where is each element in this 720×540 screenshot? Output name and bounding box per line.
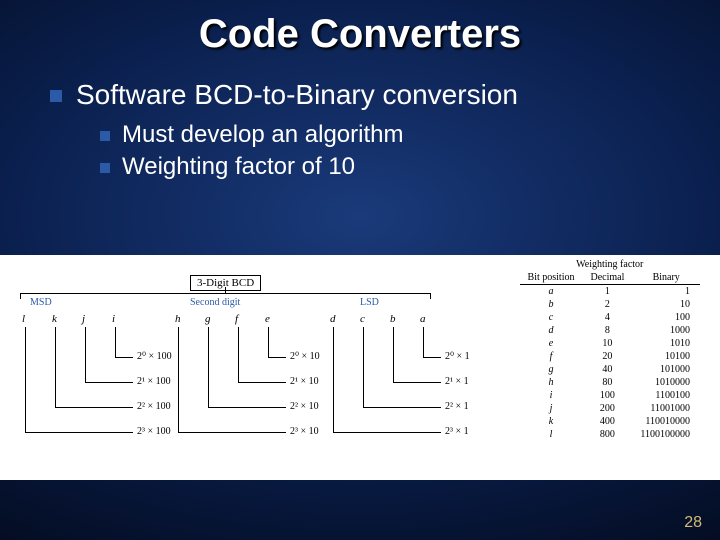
bit-letter: g <box>205 313 211 325</box>
weight-label: 2⁰ × 1 <box>445 351 470 362</box>
bullet-l2a-text: Must develop an algorithm <box>122 121 403 149</box>
table-row: g40101000 <box>520 363 700 376</box>
bit-letter: f <box>235 313 238 325</box>
weight-label: 2³ × 10 <box>290 426 319 437</box>
msd-label: MSD <box>30 297 52 308</box>
table-row: a11 <box>520 285 700 299</box>
brace-tick <box>430 293 431 299</box>
col-bit: Bit position <box>520 272 583 285</box>
bit-letter: i <box>112 313 115 325</box>
col-binary: Binary <box>632 272 700 285</box>
bullet-level1: Software BCD-to-Binary conversion <box>50 79 680 111</box>
table-row: k400110010000 <box>520 415 700 428</box>
bullet-l2b-text: Weighting factor of 10 <box>122 153 355 181</box>
weight-label: 2⁰ × 100 <box>137 351 172 362</box>
slide-body: Software BCD-to-Binary conversion Must d… <box>0 57 720 181</box>
bit-letter: c <box>360 313 365 325</box>
table-row: b210 <box>520 298 700 311</box>
table-row: f2010100 <box>520 350 700 363</box>
table-row: d81000 <box>520 324 700 337</box>
bullet-l1-text: Software BCD-to-Binary conversion <box>76 79 518 111</box>
bullet-level2-a: Must develop an algorithm <box>100 121 680 149</box>
weight-label: 2⁰ × 10 <box>290 351 320 362</box>
square-bullet-icon <box>50 90 62 102</box>
slide: Code Converters Software BCD-to-Binary c… <box>0 0 720 540</box>
bit-letter: b <box>390 313 396 325</box>
weight-label: 2² × 100 <box>137 401 171 412</box>
table-row: h801010000 <box>520 376 700 389</box>
col-decimal: Decimal <box>582 272 632 285</box>
weight-label: 2² × 1 <box>445 401 469 412</box>
square-bullet-icon <box>100 163 110 173</box>
bit-letter: l <box>22 313 25 325</box>
bit-letter: e <box>265 313 270 325</box>
table-row: l8001100100000 <box>520 428 700 441</box>
weight-label: 2¹ × 100 <box>137 376 171 387</box>
bullet-level2-b: Weighting factor of 10 <box>100 153 680 181</box>
table-title: Weighting factor <box>520 259 700 272</box>
weight-label: 2³ × 100 <box>137 426 171 437</box>
brace-tick <box>225 287 226 293</box>
weighting-factor-table: Weighting factor Bit position Decimal Bi… <box>520 259 700 441</box>
slide-title: Code Converters <box>0 0 720 57</box>
lsd-label: LSD <box>360 297 379 308</box>
weight-label: 2¹ × 10 <box>290 376 319 387</box>
weight-label: 2¹ × 1 <box>445 376 469 387</box>
table-row: e101010 <box>520 337 700 350</box>
bit-letter: a <box>420 313 426 325</box>
page-number: 28 <box>684 514 702 532</box>
second-digit-label: Second digit <box>190 297 240 308</box>
top-brace-line <box>20 293 430 294</box>
square-bullet-icon <box>100 131 110 141</box>
bit-letter: k <box>52 313 57 325</box>
bit-letter: h <box>175 313 181 325</box>
bit-letter: d <box>330 313 336 325</box>
table-row: i1001100100 <box>520 389 700 402</box>
weight-label: 2² × 10 <box>290 401 319 412</box>
table-row: j20011001000 <box>520 402 700 415</box>
table-row: c4100 <box>520 311 700 324</box>
bcd-figure: 3-Digit BCD MSD Second digit LSD l k j i… <box>0 255 720 480</box>
brace-tick <box>20 293 21 299</box>
bit-letter: j <box>82 313 85 325</box>
weight-label: 2³ × 1 <box>445 426 469 437</box>
